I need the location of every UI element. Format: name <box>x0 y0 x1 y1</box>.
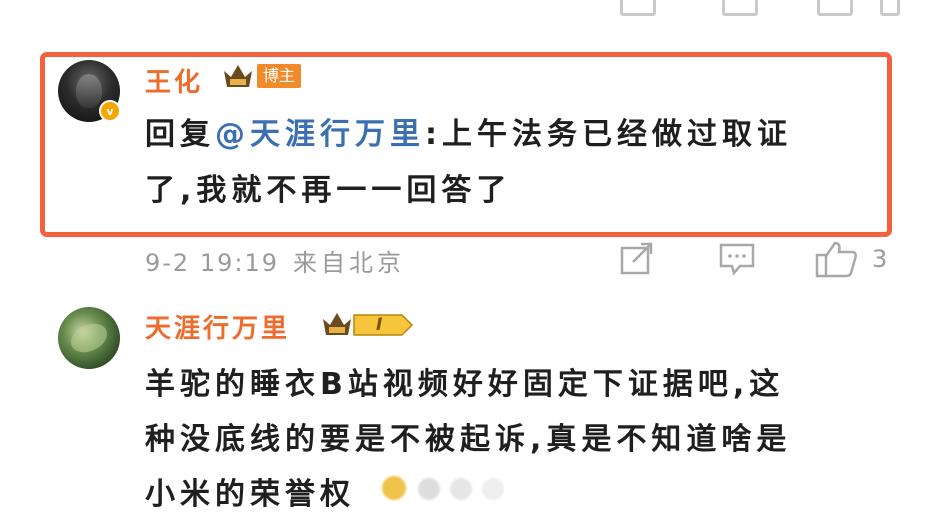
level-text: I <box>376 315 383 335</box>
crown-icon <box>323 313 351 335</box>
comment-line2: 种没底线的要是不被起诉,真是不知道啥是 <box>145 422 792 457</box>
reply-author-name[interactable]: 王化 <box>145 62 203 99</box>
share-icon[interactable] <box>619 242 655 276</box>
comment-icon[interactable] <box>718 242 756 276</box>
timestamp: 9-2 19:19 <box>145 249 279 277</box>
previous-comment-actions <box>0 0 930 20</box>
mention-link[interactable]: @天涯行万里 <box>215 117 425 152</box>
reply-meta: 9-2 19:19 来自北京 <box>145 243 405 278</box>
reply-text-line2: 了,我就不再一一回答了 <box>145 173 512 208</box>
blogger-badge: 博主 <box>257 64 302 88</box>
like-icon[interactable] <box>817 0 853 16</box>
comment-line3: 小米的荣誉权 <box>145 477 355 512</box>
share-icon[interactable] <box>620 0 656 16</box>
location-source: 来自北京 <box>293 249 405 277</box>
comment-author-name[interactable]: 天涯行万里 <box>145 308 290 345</box>
comment-icon[interactable] <box>722 0 758 16</box>
emoji-icon <box>378 470 568 504</box>
reply-text-line1: :上午法务已经做过取证 <box>425 117 792 152</box>
reply-prefix: 回复 <box>145 117 215 152</box>
like-icon[interactable] <box>815 240 859 278</box>
crown-icon <box>224 65 252 87</box>
like-count: 3 <box>872 245 888 273</box>
reply-text: 回复@天涯行万里:上午法务已经做过取证 了,我就不再一一回答了 <box>145 107 885 219</box>
avatar[interactable] <box>58 307 120 369</box>
more-icon[interactable] <box>880 0 900 16</box>
comment-line1: 羊驼的睡衣B站视频好好固定下证据吧,这 <box>145 367 785 402</box>
level-badge: I <box>352 313 414 337</box>
verified-badge-icon: v <box>99 100 121 122</box>
